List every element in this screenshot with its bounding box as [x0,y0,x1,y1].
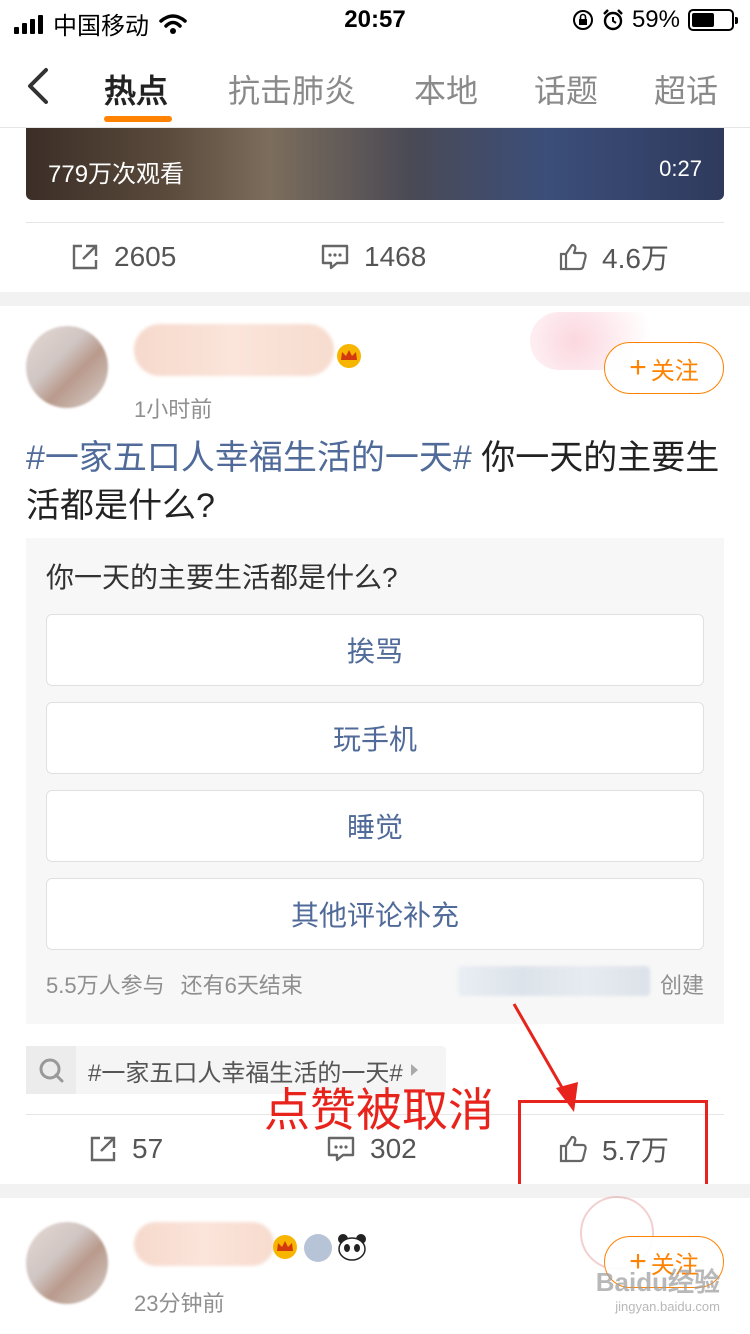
medal-icon [304,1234,332,1262]
tab-local[interactable]: 本地 [414,66,478,112]
poll-created-label: 创建 [659,973,704,998]
tab-super-topics[interactable]: 超话 [654,66,718,112]
poll-remaining: 还有6天结束 [180,973,303,998]
tab-fight-pneumonia[interactable]: 抗击肺炎 [228,66,356,112]
poll-option[interactable]: 玩手机 [46,702,704,774]
poll-option[interactable]: 其他评论补充 [46,878,704,950]
back-arrow-icon[interactable] [22,66,54,106]
video-post-actions: 2605 1468 4.6万 [0,222,750,292]
repost-count: 2605 [114,241,177,272]
avatar[interactable] [26,326,108,408]
comment-icon [321,244,349,270]
tab-hot[interactable]: 热点 [104,66,168,112]
active-tab-indicator [104,116,172,122]
panda-icon [338,1234,366,1261]
poll-option[interactable]: 睡觉 [46,790,704,862]
repost-count: 57 [132,1133,164,1164]
poll-creator-blurred[interactable] [458,966,650,996]
top-nav: 热点 抗击肺炎 本地 话题 超话 [0,44,750,128]
video-view-count: 779万次观看 [48,161,185,188]
watermark-sub: jingyan.baidu.com [615,1299,720,1314]
like-button[interactable]: 4.6万 [558,222,669,292]
status-bar: 中国移动 20:57 59% [0,0,750,40]
watermark-main: Baidu经验 [595,1267,720,1297]
repost-button[interactable]: 2605 [70,222,176,292]
post-time: 23分钟前 [134,1291,225,1316]
alarm-icon [603,9,623,31]
topic-search-icon [26,1046,76,1094]
tab-topics[interactable]: 话题 [534,66,598,112]
rotation-lock-icon [572,10,593,30]
battery-icon [688,9,738,31]
topic-link[interactable]: #一家五口人幸福生活的一天# [26,439,472,477]
comment-button[interactable]: 1468 [320,222,426,292]
section-gap [0,1184,750,1198]
username-blurred[interactable] [134,1222,274,1266]
battery-percent: 59% [631,6,680,33]
share-icon [90,1136,116,1162]
poll-card: 你一天的主要生活都是什么? 挨骂 玩手机 睡觉 其他评论补充 5.5万人参与 还有… [26,538,724,1024]
poll-question: 你一天的主要生活都是什么? [46,562,398,593]
annotation-text: 点赞被取消 [264,1083,494,1137]
poll-option[interactable]: 挨骂 [46,614,704,686]
post-body: #一家五口人幸福生活的一天# 你一天的主要生活都是什么? [26,434,726,530]
watermark: Baidu经验 jingyan.baidu.com [596,1262,720,1314]
plus-icon: + [629,351,647,384]
annotation-highlight-box [518,1100,708,1190]
like-count: 4.6万 [602,243,669,274]
comment-count: 1468 [364,241,427,272]
thumbs-up-icon [559,243,587,271]
share-icon [72,244,98,270]
vip-crown-icon [273,1235,297,1259]
repost-button[interactable]: 57 [88,1114,163,1184]
follow-button[interactable]: + 关注 [604,342,724,394]
video-thumbnail[interactable]: 779万次观看 0:27 [26,128,724,200]
avatar[interactable] [26,1222,108,1304]
section-gap [0,292,750,306]
video-duration: 0:27 [659,156,702,181]
post-time: 1小时前 [134,397,213,422]
username-blurred[interactable] [134,324,334,376]
vip-crown-icon [337,344,361,368]
poll-participants: 5.5万人参与 [46,973,165,998]
follow-label: 关注 [650,357,699,385]
poll-meta: 5.5万人参与 还有6天结束 [46,968,303,1000]
